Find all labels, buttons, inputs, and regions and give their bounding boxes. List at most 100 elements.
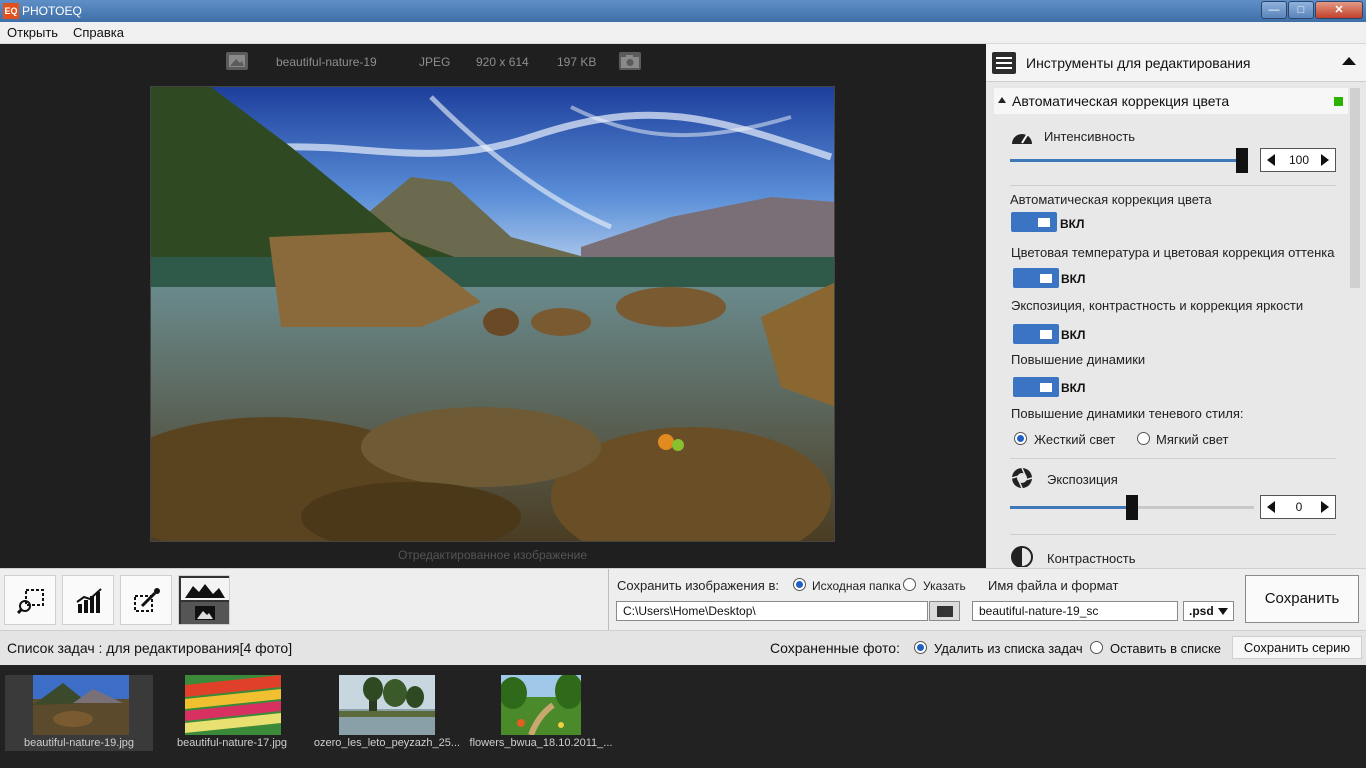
panel-scrollbar-thumb[interactable] <box>1350 88 1360 288</box>
section-title: Автоматическая коррекция цвета <box>1012 93 1230 109</box>
image-caption: Отредактированное изображение <box>397 548 588 562</box>
auto-color-toggle[interactable] <box>1011 212 1057 232</box>
save-to-label: Сохранить изображения в: <box>617 578 779 593</box>
section-active-indicator <box>1334 97 1343 106</box>
edit-tool-button[interactable] <box>120 575 172 625</box>
remove-from-list-label[interactable]: Удалить из списка задач <box>934 641 1083 656</box>
image-size: 197 KB <box>557 55 597 69</box>
exposure-label: Экспозиция <box>1047 472 1118 487</box>
sliders-icon <box>992 52 1016 74</box>
exposure-contrast-toggle[interactable] <box>1013 324 1059 344</box>
exposure-slider-fill <box>1010 506 1132 509</box>
auto-color-label: Автоматическая коррекция цвета <box>1010 192 1212 207</box>
color-temp-toggle[interactable] <box>1013 268 1059 288</box>
soft-light-label[interactable]: Мягкий свет <box>1156 432 1228 447</box>
exposure-contrast-state: ВКЛ <box>1061 328 1086 342</box>
thumbnail-item[interactable]: beautiful-nature-17.jpg <box>152 675 312 751</box>
crop-zoom-tool-button[interactable] <box>4 575 56 625</box>
thumbnail-name: beautiful-nature-17.jpg <box>176 737 288 749</box>
intensity-label: Интенсивность <box>1044 129 1136 144</box>
exposure-slider-handle[interactable] <box>1126 495 1138 520</box>
panel-scrollbar[interactable] <box>1350 88 1360 566</box>
maximize-button[interactable]: □ <box>1288 1 1314 19</box>
collapse-panel-icon[interactable] <box>1342 57 1356 65</box>
thumbnail-image[interactable] <box>501 675 581 735</box>
thumbnail-strip: beautiful-nature-19.jpg beautiful-nature… <box>0 665 1366 768</box>
thumbnail-item[interactable]: beautiful-nature-19.jpg <box>5 675 153 751</box>
filename-input[interactable]: beautiful-nature-19_sc <box>972 601 1178 621</box>
dynamics-toggle[interactable] <box>1013 377 1059 397</box>
dynamics-label: Повышение динамики <box>1011 352 1146 367</box>
soft-light-radio[interactable] <box>1137 432 1150 445</box>
menu-help[interactable]: Справка <box>73 25 124 40</box>
color-temp-label: Цветовая температура и цветовая коррекци… <box>1011 245 1335 260</box>
specify-folder-label[interactable]: Указать <box>923 579 966 593</box>
intensity-stepper[interactable]: 100 <box>1260 148 1336 172</box>
intensity-slider-handle[interactable] <box>1236 148 1248 173</box>
thumbnail-image[interactable] <box>339 675 435 735</box>
minimize-button[interactable]: — <box>1261 1 1287 19</box>
save-series-button[interactable]: Сохранить серию <box>1232 636 1362 659</box>
thumbnail-name: beautiful-nature-19.jpg <box>23 737 135 749</box>
increase-arrow-icon[interactable] <box>1321 154 1329 166</box>
editing-tools-panel: Инструменты для редактирования Автоматич… <box>986 44 1366 568</box>
hard-light-radio[interactable] <box>1014 432 1027 445</box>
image-dimensions: 920 x 614 <box>476 55 529 69</box>
auto-color-state: ВКЛ <box>1060 217 1085 231</box>
intensity-slider[interactable] <box>1010 148 1248 173</box>
menu-open[interactable]: Открыть <box>7 25 58 40</box>
app-logo-icon: EQ <box>3 3 19 19</box>
source-folder-radio[interactable] <box>793 578 806 591</box>
close-button[interactable]: ✕ <box>1315 1 1363 19</box>
hard-light-label[interactable]: Жесткий свет <box>1034 432 1115 447</box>
crop-zoom-icon <box>17 589 44 614</box>
auto-color-section-header[interactable]: Автоматическая коррекция цвета <box>994 88 1348 114</box>
intensity-slider-fill <box>1010 159 1248 162</box>
compare-view-button[interactable] <box>178 575 230 625</box>
task-list-bar: Список задач : для редактирования[4 фото… <box>0 630 1366 665</box>
exposure-value[interactable]: 0 <box>1281 500 1317 514</box>
browse-folder-button[interactable] <box>929 601 960 621</box>
title-bar: EQ PHOTOEQ — □ ✕ <box>0 0 1366 22</box>
image-viewer: beautiful-nature-19 JPEG 920 x 614 197 K… <box>0 44 986 568</box>
thumbnail-image[interactable] <box>185 675 281 735</box>
save-path-input[interactable]: C:\Users\Home\Desktop\ <box>616 601 928 621</box>
chevron-down-icon <box>1218 608 1228 615</box>
specify-folder-radio[interactable] <box>903 578 916 591</box>
thumbnail-item[interactable]: flowers_bwua_18.10.2011_... <box>461 675 621 751</box>
save-button[interactable]: Сохранить <box>1245 575 1359 623</box>
decrease-arrow-icon[interactable] <box>1267 501 1275 513</box>
color-temp-state: ВКЛ <box>1061 272 1086 286</box>
contrast-label: Контрастность <box>1047 551 1136 566</box>
image-name: beautiful-nature-19 <box>276 55 377 69</box>
exposure-contrast-label: Экспозиция, контрастность и коррекция яр… <box>1011 298 1304 313</box>
divider <box>1010 458 1336 459</box>
image-icon <box>226 52 248 70</box>
thumbnail-image[interactable] <box>33 675 129 735</box>
format-select[interactable]: .psd <box>1183 601 1234 621</box>
divider <box>1010 534 1336 535</box>
keep-in-list-label[interactable]: Оставить в списке <box>1110 641 1221 656</box>
remove-from-list-radio[interactable] <box>914 641 927 654</box>
panel-header[interactable]: Инструменты для редактирования <box>986 44 1366 82</box>
intensity-value[interactable]: 100 <box>1281 153 1317 167</box>
shadow-style-label: Повышение динамики теневого стиля: <box>1011 406 1244 421</box>
tools-and-save-bar: Сохранить изображения в: Исходная папка … <box>0 568 1366 631</box>
levels-tool-button[interactable] <box>62 575 114 625</box>
source-folder-label[interactable]: Исходная папка <box>812 579 901 593</box>
exposure-stepper[interactable]: 0 <box>1260 495 1336 519</box>
edited-image[interactable] <box>150 86 835 542</box>
section-collapse-icon[interactable] <box>998 97 1006 103</box>
increase-arrow-icon[interactable] <box>1321 501 1329 513</box>
image-format: JPEG <box>419 55 451 69</box>
keep-in-list-radio[interactable] <box>1090 641 1103 654</box>
divider <box>1010 185 1336 186</box>
thumbnail-item[interactable]: ozero_les_leto_peyzazh_25... <box>307 675 467 751</box>
filename-format-label: Имя файла и формат <box>988 578 1119 593</box>
decrease-arrow-icon[interactable] <box>1267 154 1275 166</box>
exposure-slider[interactable] <box>1010 495 1254 520</box>
aperture-icon <box>1010 467 1034 489</box>
dynamics-state: ВКЛ <box>1061 381 1086 395</box>
task-list-title: Список задач : для редактирования[4 фото… <box>7 640 293 656</box>
compare-view-icon <box>181 578 229 624</box>
